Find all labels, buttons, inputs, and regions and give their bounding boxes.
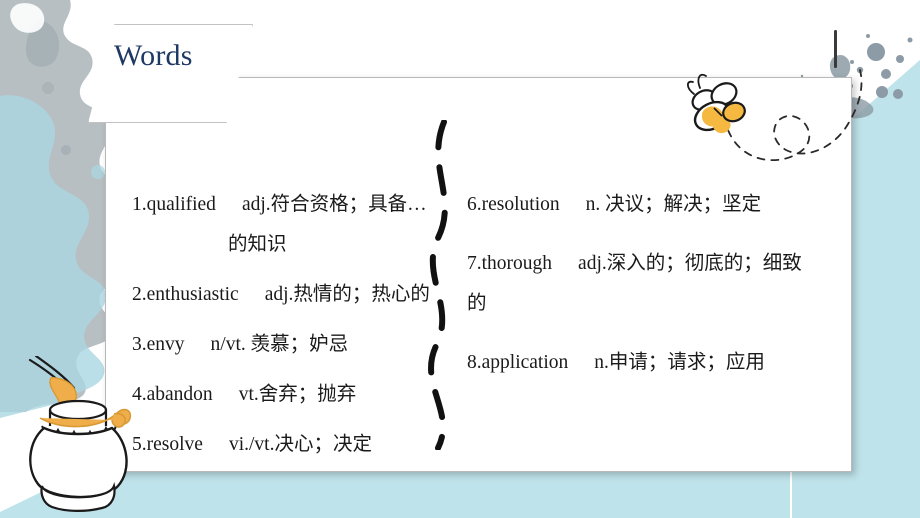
content-card [105, 77, 852, 472]
title-plate: Words [88, 24, 253, 123]
page-title: Words [114, 39, 193, 72]
slide-canvas: Words 1.qualified adj.符合资格；具备… 的知识 2.enth… [0, 0, 920, 518]
